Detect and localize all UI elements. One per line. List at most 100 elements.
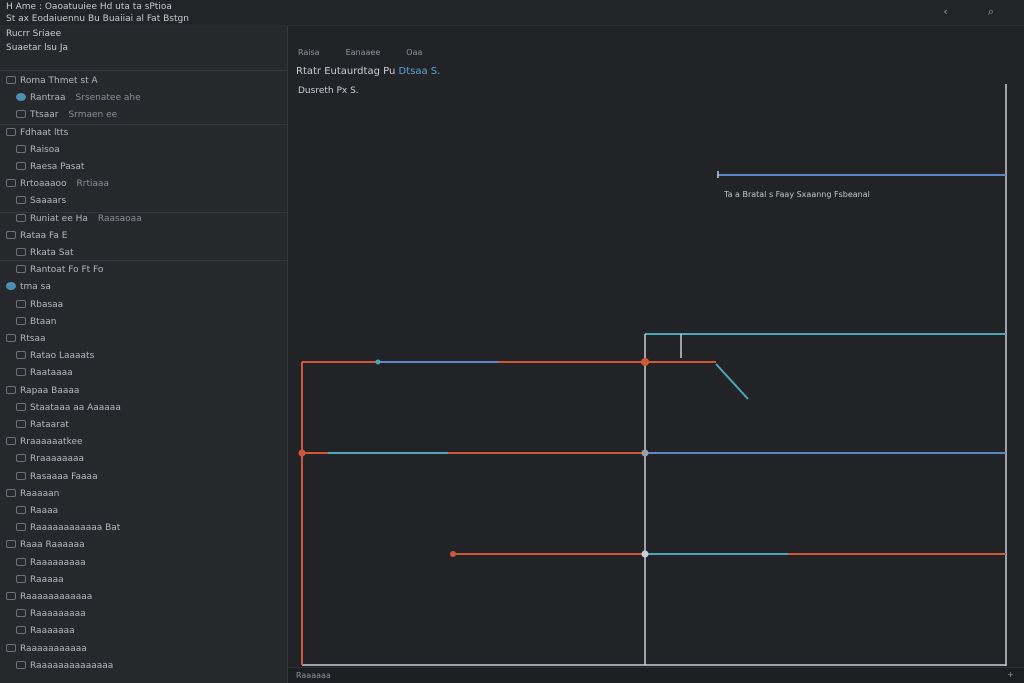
sidebar-item[interactable]: Roma Thmet st A	[0, 74, 287, 89]
sidebar-item-label: Raaaa	[30, 506, 59, 516]
item-icon	[16, 661, 26, 669]
sidebar-item[interactable]: Rraaaaaaaa	[0, 452, 287, 467]
sidebar-item[interactable]: Raaaaa	[0, 573, 287, 588]
page-title-text: Rtatr Eutaurdtag Pu	[296, 66, 396, 77]
sidebar-item-label: Btaan	[30, 317, 57, 327]
sidebar-item[interactable]: Rantraa Srsenatee ahe	[0, 91, 287, 106]
sidebar-item[interactable]: Rtsaa	[0, 332, 287, 347]
item-icon	[16, 575, 26, 583]
sidebar-item-label: Raaaaaaaaaaa	[20, 644, 87, 654]
sidebar-item[interactable]: Rrtoaaaoo Rrtiaaa	[0, 177, 287, 192]
item-icon	[16, 351, 26, 359]
title-line-2: St ax Eodaiuennu Bu Buaiiai al Fat Bstgn	[6, 14, 189, 24]
sidebar-subheader: Suaetar lsu Ja	[6, 43, 68, 53]
item-icon	[6, 540, 16, 548]
item-icon	[16, 523, 26, 531]
sidebar-item[interactable]: Saaaars	[0, 194, 287, 209]
status-dot-icon	[16, 93, 26, 101]
node	[298, 449, 306, 457]
item-icon	[16, 317, 26, 325]
tab-3[interactable]: Oaa	[406, 48, 422, 62]
diagram-canvas[interactable]	[298, 81, 1010, 671]
item-icon	[16, 506, 26, 514]
sidebar-item[interactable]: Raaaaaaaaaaaaaa	[0, 659, 287, 674]
tab-1[interactable]: Raisa	[298, 48, 320, 62]
sidebar-item[interactable]: Raesa Pasat	[0, 160, 287, 175]
back-arrow-icon[interactable]: ‹	[943, 6, 947, 18]
status-bar: Raaaaaa +	[288, 667, 1024, 683]
status-left: Raaaaaa	[296, 671, 331, 680]
tab-2[interactable]: Eanaaee	[346, 48, 381, 62]
sidebar-item[interactable]: Raaaaaaa	[0, 624, 287, 639]
sidebar-item-label: Raesa Pasat	[30, 162, 85, 172]
sidebar-item[interactable]: Raaaaan	[0, 487, 287, 502]
sidebar-item[interactable]: Rasaaaa Faaaa	[0, 470, 287, 485]
item-icon	[16, 420, 26, 428]
item-icon	[6, 128, 16, 136]
item-icon	[16, 472, 26, 480]
sidebar-item-meta: Rrtiaaa	[76, 179, 110, 189]
sidebar-item[interactable]: Runiat ee Ha Raasaoaa	[0, 212, 287, 227]
sidebar-item-label: Roma Thmet st A	[20, 76, 98, 86]
sidebar-divider	[0, 212, 287, 213]
sidebar-item[interactable]: Rataarat	[0, 418, 287, 433]
sidebar-item-label: Raaaaan	[20, 489, 60, 499]
item-icon	[6, 76, 16, 84]
item-icon	[6, 592, 16, 600]
sidebar-item-label: Rataa Fa E	[20, 231, 68, 241]
sidebar-item[interactable]: Raaa Raaaaaa	[0, 538, 287, 553]
item-icon	[16, 558, 26, 566]
page-title: Rtatr Eutaurdtag Pu Dtsaa S.	[296, 66, 440, 77]
sidebar-item[interactable]: Raaaaaaaaa	[0, 556, 287, 571]
sidebar-item-label: Raaaaa	[30, 575, 64, 585]
sidebar-item[interactable]: Raataaaa	[0, 366, 287, 381]
sidebar-item-label: Rasaaaa Faaaa	[30, 472, 98, 482]
connector-diag	[715, 363, 749, 400]
item-icon	[16, 300, 26, 308]
sidebar-item[interactable]: Ratao Laaaats	[0, 349, 287, 364]
sidebar-item[interactable]: Raisoa	[0, 143, 287, 158]
item-icon	[6, 231, 16, 239]
sidebar-item-label: Raaa Raaaaaa	[20, 540, 85, 550]
main-tabs: Raisa Eanaaee Oaa	[288, 48, 422, 62]
item-icon	[6, 386, 16, 394]
sidebar-item-label: Rataarat	[30, 420, 69, 430]
sidebar-item[interactable]: Fdhaat ltts	[0, 126, 287, 141]
item-icon	[16, 145, 26, 153]
sidebar-item[interactable]: Rkata Sat	[0, 246, 287, 261]
sidebar-item[interactable]: Raaaaaaaaaaaa	[0, 590, 287, 605]
sidebar-item-label: Raataaaa	[30, 368, 73, 378]
item-icon	[16, 454, 26, 462]
sidebar-item[interactable]: tma sa	[0, 280, 287, 295]
diagram-annotation: Ta a Bratal s Faay Sxaanng Fsbeanal	[724, 190, 870, 199]
sidebar: Rucrr Sriaee Suaetar lsu Ja Roma Thmet s…	[0, 26, 288, 683]
sidebar-item-label: Fdhaat ltts	[20, 128, 69, 138]
sidebar-item[interactable]: Btaan	[0, 315, 287, 330]
sidebar-item[interactable]: Rataa Fa E	[0, 229, 287, 244]
sidebar-item[interactable]: Staataaa aa Aaaaaa	[0, 401, 287, 416]
search-icon[interactable]: ⌕	[988, 6, 994, 18]
item-icon	[16, 368, 26, 376]
sidebar-item[interactable]: Ttsaar Srmaen ee	[0, 108, 287, 123]
sidebar-item-label: Runiat ee Ha	[30, 214, 88, 224]
sidebar-divider	[0, 260, 287, 261]
sidebar-item[interactable]: Rapaa Baaaa	[0, 384, 287, 399]
sidebar-item-label: Rrtoaaaoo	[20, 179, 67, 189]
item-icon	[16, 110, 26, 118]
sidebar-item[interactable]: Raaaaaaaaa	[0, 607, 287, 622]
sidebar-item-label: Rantoat Fo Ft Fo	[30, 265, 104, 275]
sidebar-item[interactable]: Rraaaaaatkee	[0, 435, 287, 450]
sidebar-divider	[0, 124, 287, 125]
sidebar-item[interactable]: Rantoat Fo Ft Fo	[0, 263, 287, 278]
item-icon	[6, 334, 16, 342]
item-icon	[6, 437, 16, 445]
sidebar-item[interactable]: Raaaa	[0, 504, 287, 519]
sidebar-item-label: Raaaaaaaaaaaa	[20, 592, 93, 602]
item-icon	[6, 489, 16, 497]
sidebar-item-label: Rbasaa	[30, 300, 64, 310]
sidebar-item[interactable]: Raaaaaaaaaaaa Bat	[0, 521, 287, 536]
main-panel: Raisa Eanaaee Oaa Rtatr Eutaurdtag Pu Dt…	[288, 26, 1024, 683]
sidebar-item[interactable]: Rbasaa	[0, 298, 287, 313]
sidebar-item-label: Ratao Laaaats	[30, 351, 95, 361]
sidebar-item[interactable]: Raaaaaaaaaaa	[0, 642, 287, 657]
